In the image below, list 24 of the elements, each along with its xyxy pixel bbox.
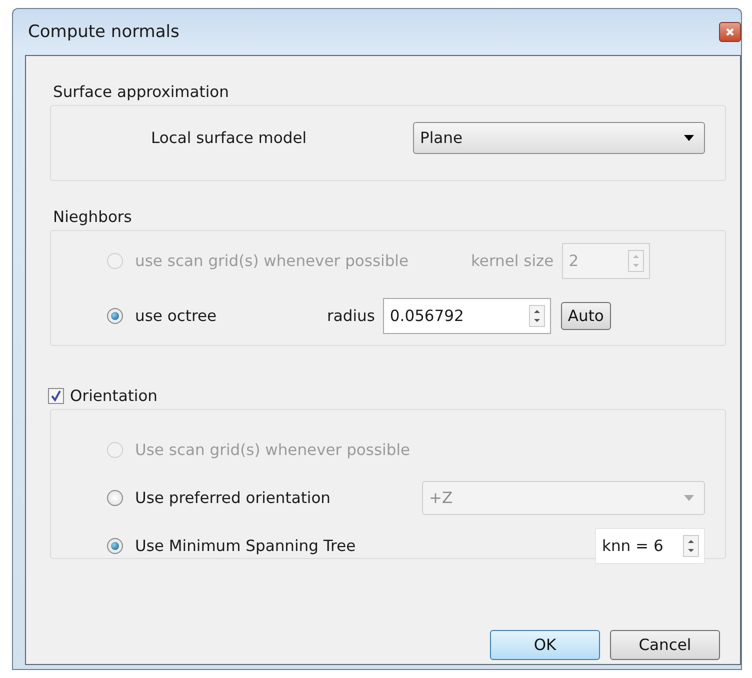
ok-button[interactable]: OK (490, 630, 600, 660)
dropdown[interactable]: Plane (413, 122, 705, 154)
radio-label[interactable]: Use Minimum Spanning Tree (135, 537, 356, 555)
radio-button[interactable] (107, 490, 123, 506)
radio-label[interactable]: Use preferred orientation (135, 489, 331, 507)
radio-button[interactable] (107, 538, 123, 554)
window-title: Compute normals (28, 22, 180, 42)
check-icon (50, 390, 62, 402)
field-label: Local surface model (151, 129, 308, 147)
checkbox[interactable]: Orientation (48, 387, 158, 405)
close-button[interactable] (719, 22, 741, 42)
field-label: kernel size (471, 252, 554, 270)
cancel-button[interactable]: Cancel (610, 630, 720, 660)
spin-box[interactable]: knn = 6 (595, 528, 705, 564)
close-icon (725, 27, 735, 37)
spin-box[interactable]: 0.056792 (382, 298, 551, 334)
group-title: Surface approximation (53, 83, 229, 101)
auto-button[interactable]: Auto (560, 302, 611, 330)
field-label: radius (327, 306, 375, 324)
caret-icon (684, 495, 694, 501)
radio-label[interactable]: use octree (135, 306, 327, 324)
radio-button[interactable] (107, 308, 123, 324)
group-title: Nieghbors (53, 208, 132, 226)
caret-icon (684, 135, 694, 141)
